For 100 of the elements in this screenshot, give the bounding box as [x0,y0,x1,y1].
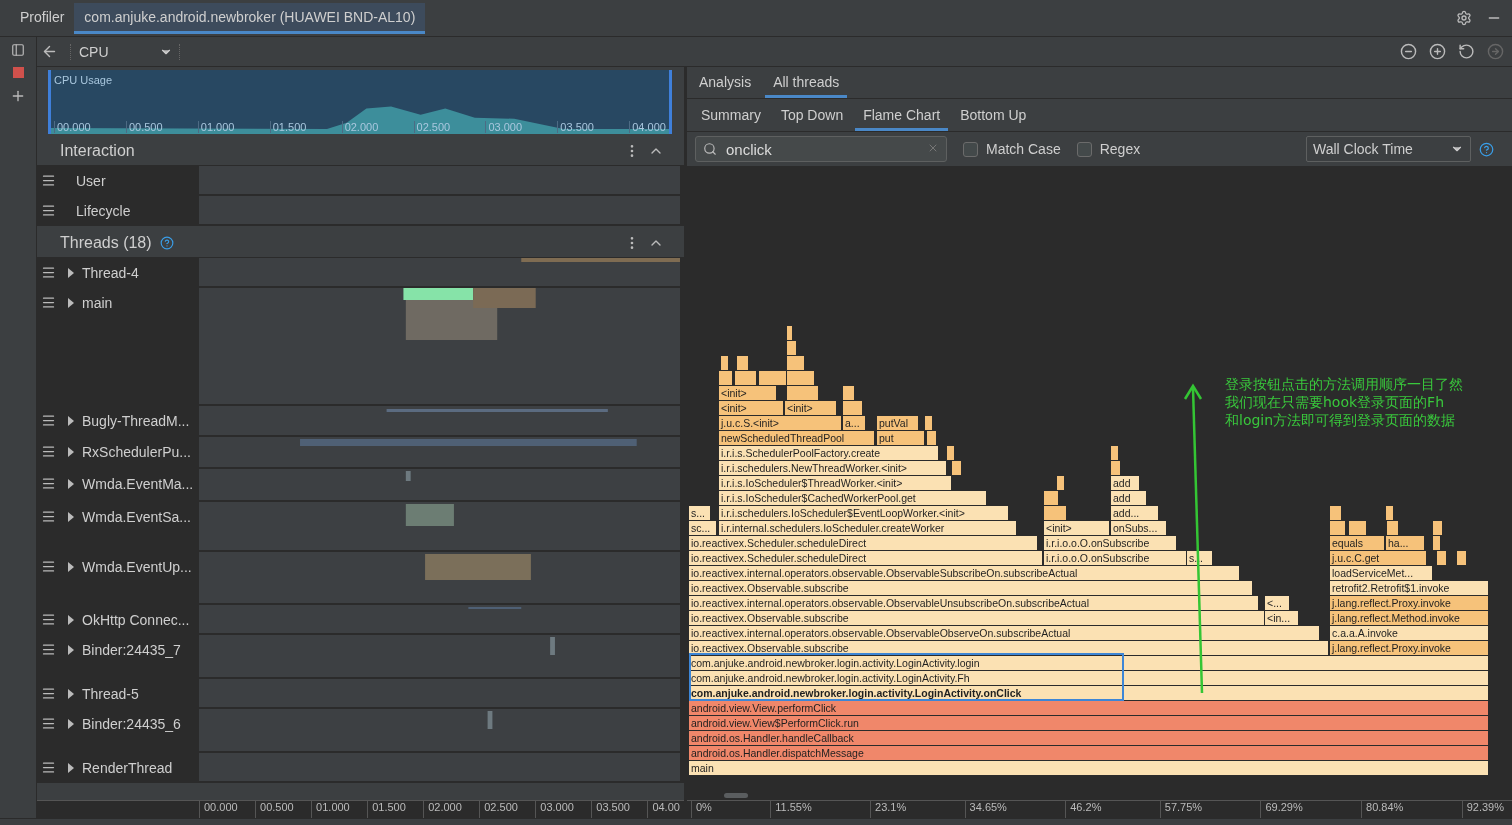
flame-frame[interactable]: io.reactivex.internal.operators.observable.ObservableUnsubscribeOn.subscribeActual [689,596,1258,610]
profiler-dropdown[interactable]: CPU [70,43,180,60]
expand-icon[interactable] [68,268,74,278]
expand-icon[interactable] [68,447,74,457]
flame-frame[interactable]: <init> [1044,521,1109,535]
flame-frame[interactable]: c.a.a.A.invoke [1330,626,1488,640]
flame-frame[interactable]: equals [1330,536,1384,550]
tool-window-tab[interactable]: Profiler [10,3,75,34]
stop-icon[interactable] [12,67,24,78]
scrollbar-thumb[interactable] [724,792,748,798]
flame-frame[interactable]: add [1111,476,1139,490]
checkbox[interactable] [1076,141,1092,157]
flame-frame[interactable]: io.reactivex.Observable.subscribe [689,641,1328,655]
flame-frame[interactable]: io.reactivex.Observable.subscribe [689,611,1264,625]
search-field[interactable]: onclick [695,136,947,162]
drag-handle-icon[interactable] [41,476,56,491]
flame-frame[interactable]: i.r.internal.schedulers.IoScheduler.createWorker [719,521,1016,535]
flame-frame[interactable]: i.r.i.s.IoScheduler$ThreadWorker.<init> [719,476,951,490]
drag-handle-icon[interactable] [41,686,56,701]
flame-frame[interactable]: ha... [1386,536,1424,550]
drag-handle-icon[interactable] [41,173,56,188]
flame-frame[interactable]: newScheduledThreadPool [719,431,874,445]
drag-handle-icon[interactable] [41,509,56,524]
zoom-out-icon[interactable] [1400,43,1417,60]
flame-frame[interactable]: android.os.Handler.dispatchMessage [689,746,1488,760]
flame-frame[interactable]: io.reactivex.internal.operators.observable.ObservableObserveOn.subscribeActual [689,626,1319,640]
flame-frame[interactable]: putVal [877,416,918,430]
flame-frame[interactable]: j.lang.reflect.Proxy.invoke [1330,596,1488,610]
tool-window-tab[interactable]: com.anjuke.android.newbroker (HUAWEI BND-AL10) [74,3,426,34]
flame-frame[interactable]: i.r.i.o.o.O.onSubscribe [1044,551,1186,565]
tick-label: 02.500 [413,121,451,133]
flame-frame[interactable]: add [1111,491,1146,505]
expand-icon[interactable] [68,763,74,773]
flame-frame[interactable]: put [877,431,924,445]
flame-frame[interactable]: j.lang.reflect.Proxy.invoke [1330,641,1488,655]
drag-handle-icon[interactable] [41,203,56,218]
flame-frame[interactable]: main [689,761,1488,775]
flame-frame[interactable]: io.reactivex.internal.operators.observable.ObservableSubscribeOn.subscribeActual [689,566,1239,580]
help-icon[interactable] [1479,141,1494,157]
flame-frame[interactable]: com.anjuke.android.newbroker.login.activity.LoginActivity.onClick [689,686,1488,700]
flame-frame[interactable]: <init> [719,401,783,415]
flame-frame[interactable]: android.view.View.performClick [689,701,1488,715]
drag-handle-icon[interactable] [41,760,56,775]
expand-icon[interactable] [68,298,74,308]
view-tab[interactable]: Summary [693,107,769,131]
drag-handle-icon[interactable] [41,716,56,731]
flame-frame[interactable]: j.lang.reflect.Method.invoke [1330,611,1488,625]
flame-frame[interactable]: loadServiceMet... [1330,566,1432,580]
drag-handle-icon[interactable] [41,559,56,574]
view-tab[interactable]: Top Down [772,107,852,131]
drag-handle-icon[interactable] [41,444,56,459]
help-icon[interactable] [159,235,174,250]
expand-icon[interactable] [68,479,74,489]
flame-frame[interactable]: <init> [719,386,776,400]
clock-dropdown[interactable]: Wall Clock Time [1306,136,1471,162]
flame-frame[interactable]: com.anjuke.android.newbroker.login.activity.LoginActivity.login [689,656,1488,670]
drag-handle-icon[interactable] [41,413,56,428]
drag-handle-icon[interactable] [41,642,56,657]
drag-handle-icon[interactable] [41,295,56,310]
flame-frame[interactable]: com.anjuke.android.newbroker.login.activity.LoginActivity.Fh [689,671,1488,685]
flame-frame[interactable]: sc... [689,521,716,535]
expand-icon[interactable] [68,615,74,625]
flame-frame[interactable]: android.os.Handler.handleCallback [689,731,1488,745]
analysis-tab[interactable]: Analysis [691,74,760,98]
expand-icon[interactable] [68,645,74,655]
flame-frame[interactable]: retrofit2.Retrofit$1.invoke [1330,581,1488,595]
flame-frame[interactable]: j.u.c.C.get [1330,551,1426,565]
flame-frame[interactable]: a... [843,416,865,430]
plus-icon[interactable] [10,88,26,104]
flame-frame[interactable]: s... [689,506,710,520]
flame-frame[interactable]: <in... [1265,611,1298,625]
view-tab[interactable]: Flame Chart [855,107,949,131]
checkbox[interactable] [963,141,978,157]
flame-frame[interactable]: onSubs... [1111,521,1166,535]
flame-frame[interactable]: add... [1111,506,1158,520]
reset-zoom-icon[interactable] [1458,43,1475,60]
expand-icon[interactable] [68,719,74,729]
flame-frame[interactable]: <init> [785,401,836,415]
flame-frame[interactable]: <... [1265,596,1289,610]
expand-icon[interactable] [68,689,74,699]
flame-frame[interactable]: j.u.c.S.<init> [719,416,841,430]
panel-icon[interactable] [11,43,25,57]
flame-frame[interactable]: i.r.i.s.SchedulerPoolFactory.create [719,446,938,460]
drag-handle-icon[interactable] [41,265,56,280]
flame-frame[interactable]: io.reactivex.Scheduler.scheduleDirect [689,551,1042,565]
flame-frame[interactable]: io.reactivex.Observable.subscribe [689,581,1252,595]
expand-icon[interactable] [68,562,74,572]
flame-frame[interactable]: android.view.View$PerformClick.run [689,716,1488,730]
zoom-in-icon[interactable] [1429,43,1446,60]
flame-frame[interactable]: i.r.i.schedulers.IoScheduler$EventLoopWorker.<init> [719,506,1008,520]
view-tab[interactable]: Bottom Up [952,107,1035,131]
flame-frame[interactable]: i.r.i.o.o.O.onSubscribe [1044,536,1176,550]
drag-handle-icon[interactable] [41,612,56,627]
analysis-tab[interactable]: All threads [765,74,848,98]
expand-icon[interactable] [68,416,74,426]
flame-frame[interactable]: i.r.i.schedulers.NewThreadWorker.<init> [719,461,946,475]
expand-icon[interactable] [68,512,74,522]
flame-frame[interactable]: i.r.i.s.IoScheduler$CachedWorkerPool.get [719,491,986,505]
settings-icon[interactable] [1456,10,1472,26]
flame-frame[interactable]: io.reactivex.Scheduler.scheduleDirect [689,536,1037,550]
